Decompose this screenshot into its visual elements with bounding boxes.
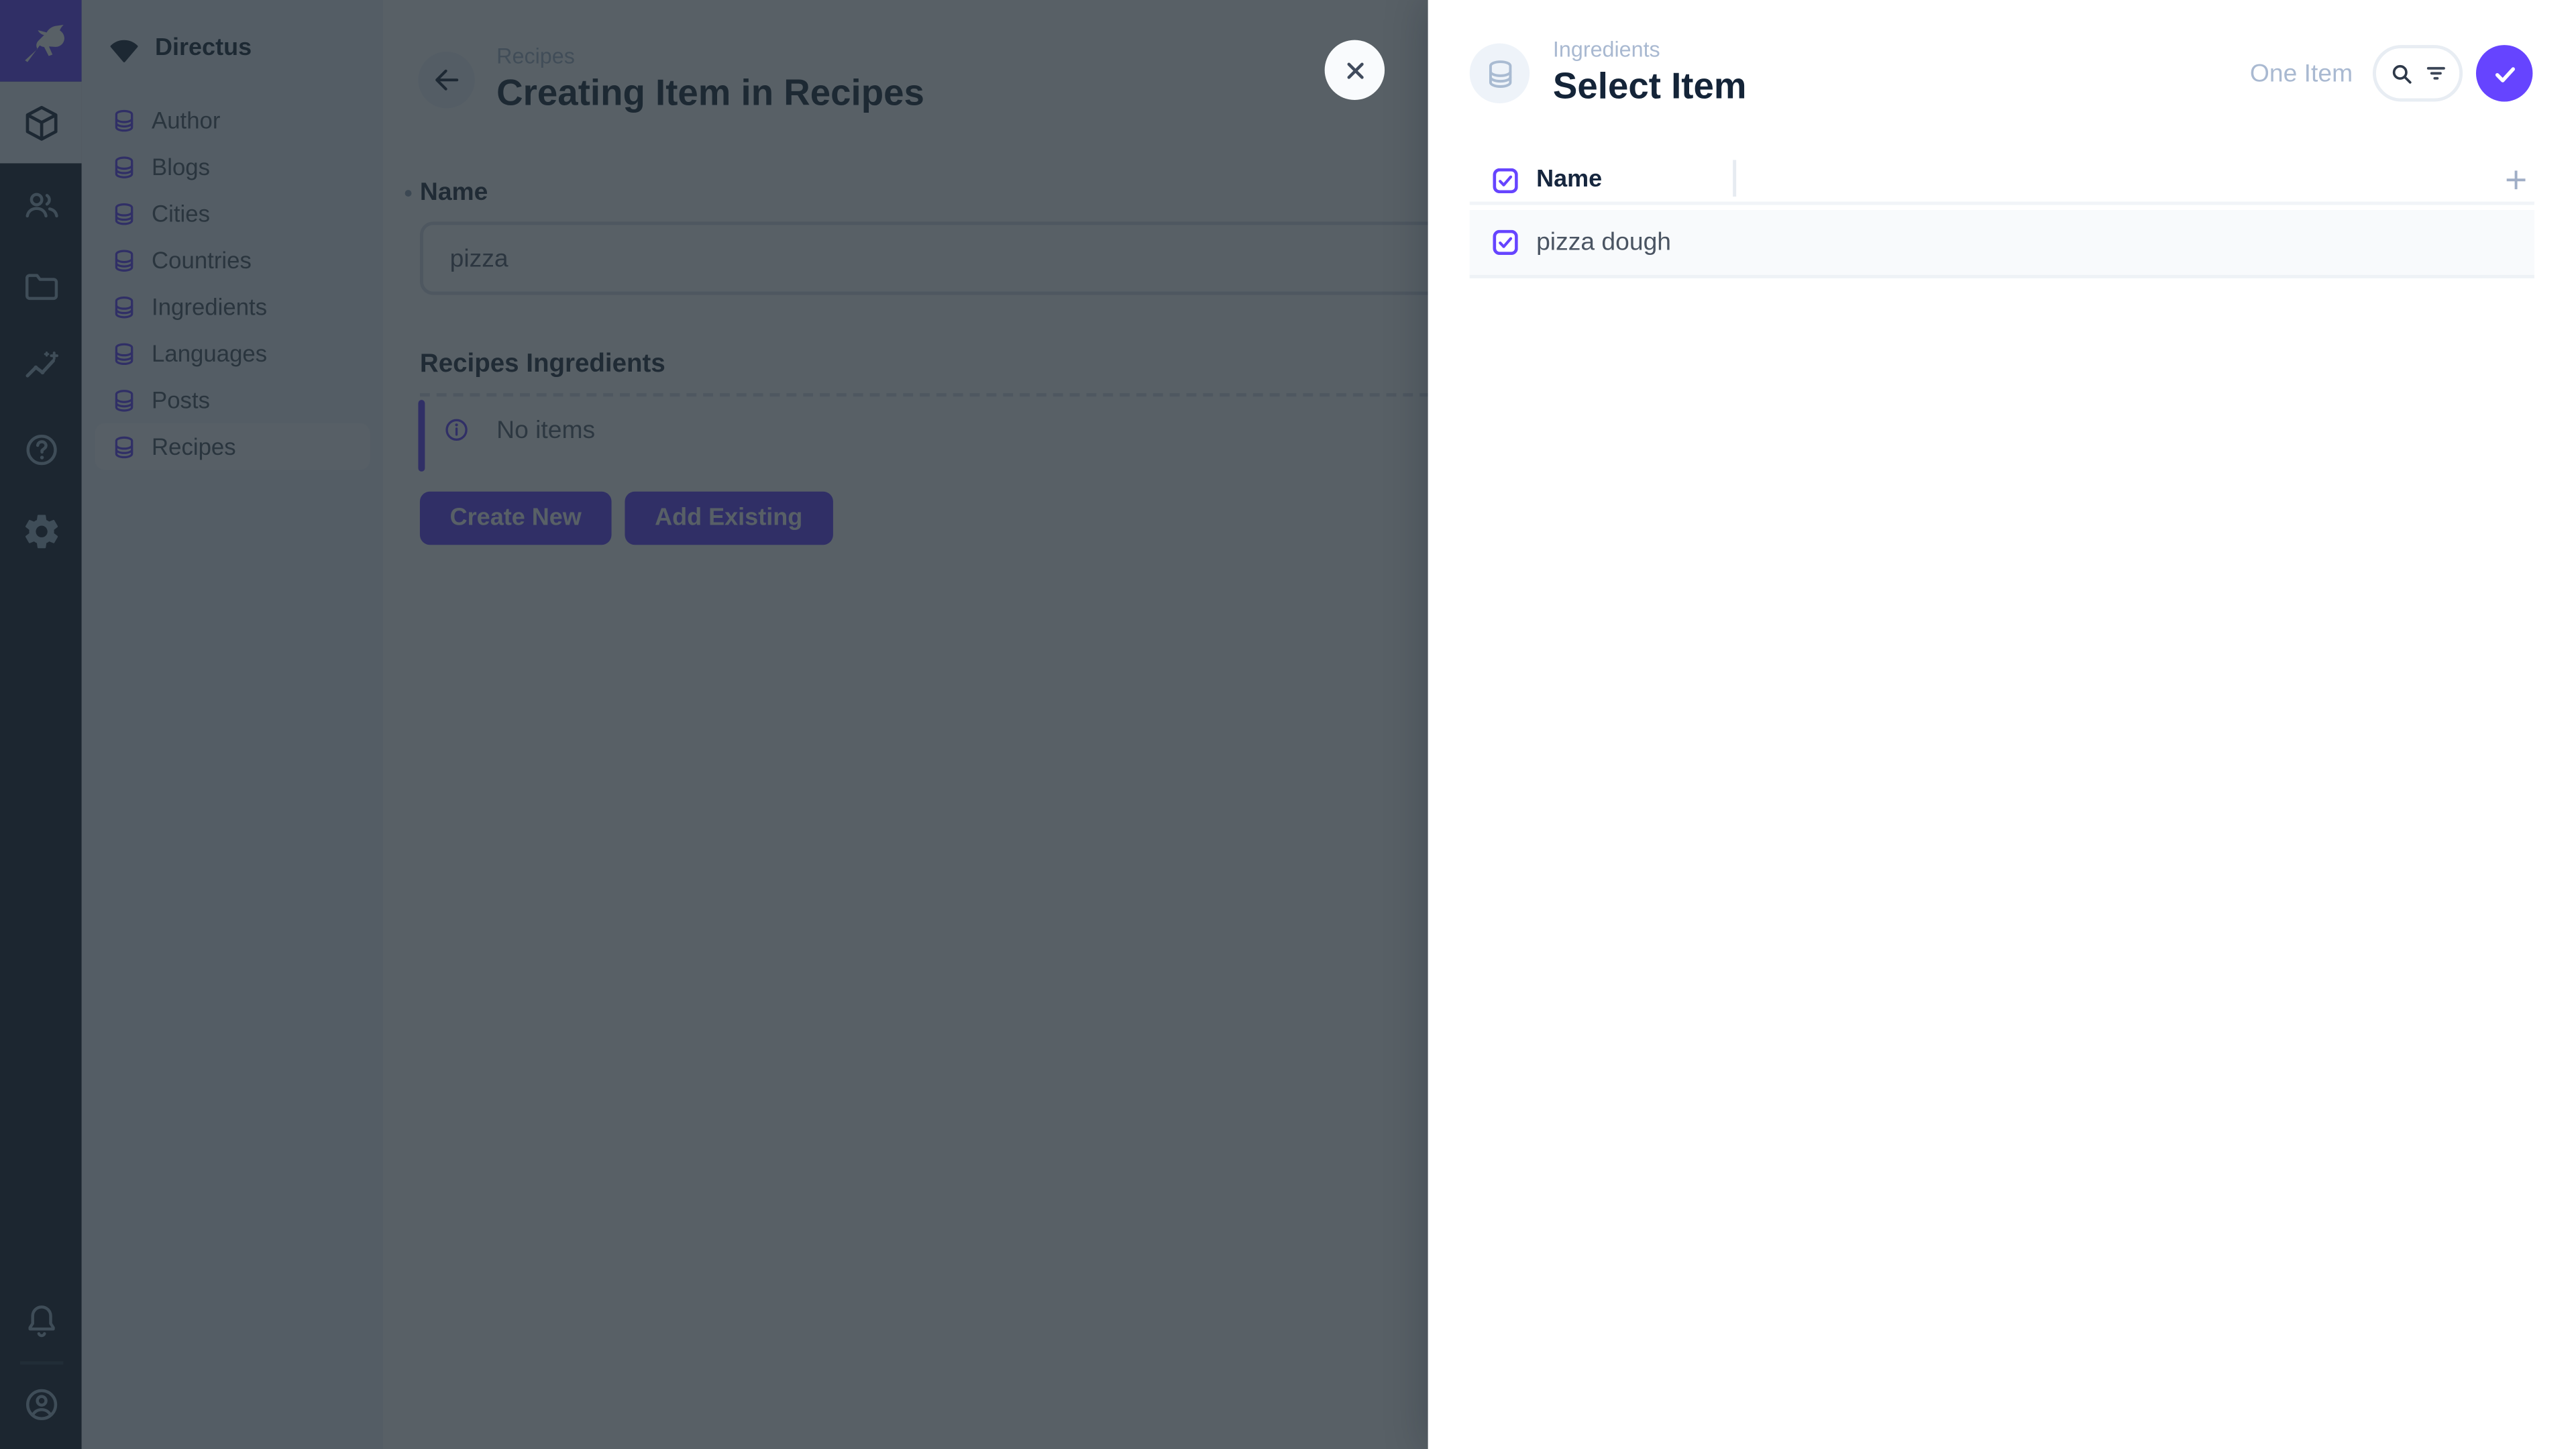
check-icon	[2489, 58, 2520, 89]
drawer-title: Select Item	[1553, 64, 1747, 109]
column-resize-handle[interactable]	[1733, 160, 1736, 197]
drawer-header: Ingredients Select Item One Item	[1428, 0, 2576, 147]
drawer-actions: One Item	[2250, 45, 2533, 101]
drawer-titles: Ingredients Select Item	[1553, 38, 1747, 109]
search-icon[interactable]	[2387, 59, 2415, 87]
items-table: Name pizza dough	[1470, 158, 2534, 278]
collection-avatar	[1470, 44, 1529, 103]
add-column-button[interactable]	[2504, 168, 2528, 192]
select-item-drawer: Ingredients Select Item One Item	[1428, 0, 2576, 1449]
row-checkbox[interactable]	[1493, 230, 1518, 255]
table-header[interactable]: Name	[1470, 158, 2534, 205]
search-filter-group[interactable]	[2373, 45, 2463, 101]
item-count-label: One Item	[2250, 59, 2353, 87]
confirm-selection-button[interactable]	[2476, 45, 2532, 101]
table-row[interactable]: pizza dough	[1470, 210, 2534, 278]
name-column-header[interactable]: Name	[1536, 166, 1602, 193]
close-icon	[1339, 54, 1371, 86]
drawer-collection-label: Ingredients	[1553, 38, 1747, 64]
row-name-cell: pizza dough	[1536, 228, 1671, 256]
filter-icon[interactable]	[2422, 60, 2449, 87]
drawer-close-button[interactable]	[1325, 40, 1385, 100]
directus-app: Directus Author Blogs Cities Countries I…	[0, 0, 2576, 1449]
select-all-checkbox[interactable]	[1493, 168, 1518, 193]
database-icon	[1484, 58, 1515, 89]
